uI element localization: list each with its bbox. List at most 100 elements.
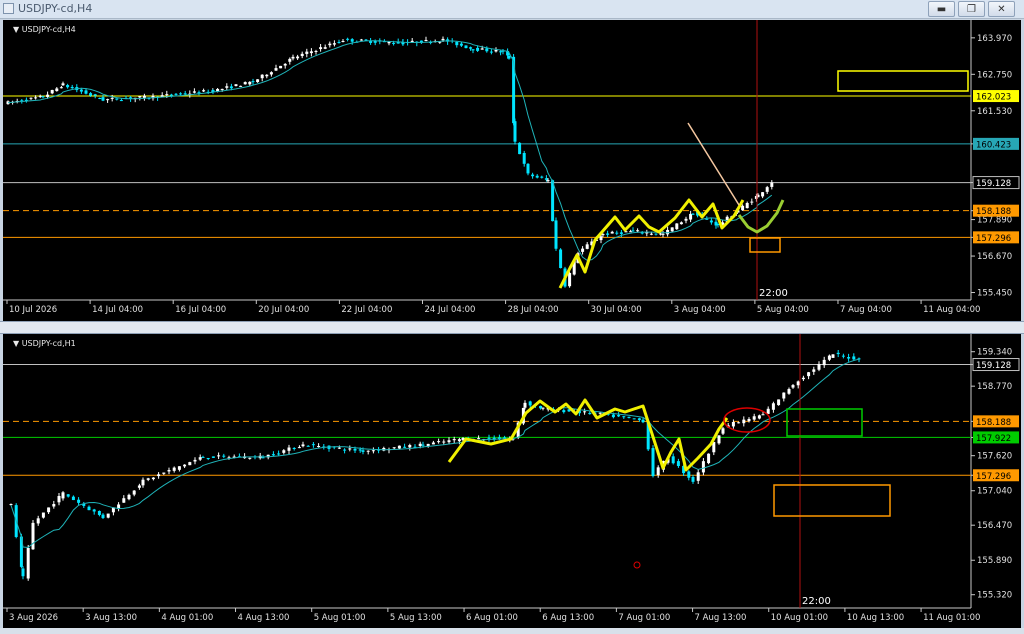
- candle-bull: [777, 399, 781, 406]
- candle-bull: [457, 439, 461, 442]
- candle-bull: [822, 359, 826, 366]
- h4-chart-svg: 163.970 162.750 161.530 160.423 159.128 158.1…: [3, 20, 1020, 315]
- candle-bull: [319, 47, 323, 50]
- candle-bull: [41, 512, 45, 518]
- level-label-text: 160.423: [976, 140, 1011, 150]
- candle-bear: [485, 48, 489, 52]
- candle-bear: [311, 444, 315, 446]
- candle-bull: [192, 91, 196, 93]
- candle-bull: [397, 445, 401, 449]
- level-label-text: 157.922: [976, 434, 1011, 444]
- vertical-marker-label: 22:00: [802, 596, 831, 607]
- candle-bull: [701, 461, 705, 473]
- candle-bear: [464, 45, 468, 49]
- candle-bear: [119, 100, 123, 102]
- candle-bull: [831, 354, 835, 358]
- candle-bull: [122, 498, 126, 503]
- candle-bear: [93, 94, 97, 96]
- candle-bull: [248, 457, 252, 459]
- candle-bull: [172, 467, 176, 471]
- candle-bear: [201, 456, 205, 458]
- candle-bear: [709, 220, 713, 223]
- green-trend-drawing: [737, 199, 785, 234]
- candle-bear: [346, 38, 350, 40]
- candle-bull: [408, 445, 412, 448]
- minimize-button[interactable]: ▬: [928, 1, 955, 17]
- candle-bull: [29, 97, 33, 99]
- price-tick-label: 159.340: [977, 348, 1012, 358]
- candle-bear: [222, 455, 226, 457]
- time-tick-label: 3 Aug 04:00: [674, 305, 726, 315]
- candle-bull: [274, 68, 278, 71]
- time-tick-label: 14 Jul 04:00: [92, 305, 143, 315]
- orange-zone-box: [749, 237, 781, 253]
- candle-bull: [827, 355, 831, 360]
- candle-bull: [599, 236, 603, 241]
- candle-bull: [106, 513, 110, 518]
- price-tick-label: 155.450: [977, 289, 1012, 299]
- h1-chart-title: USDJPY-cd,H1: [21, 339, 76, 348]
- candle-bear: [841, 355, 845, 357]
- candle-bull: [332, 43, 336, 45]
- candle-bear: [97, 510, 101, 515]
- candle-bear: [70, 86, 74, 89]
- candle-bull: [137, 485, 141, 488]
- candle-bull: [447, 440, 451, 443]
- candle-bull: [309, 51, 313, 54]
- candle-bull: [297, 447, 301, 449]
- candle-bull: [46, 94, 50, 97]
- candle-bull: [437, 441, 441, 443]
- candle-bear: [631, 230, 635, 232]
- candle-bear: [641, 419, 645, 423]
- time-tick-label: 3 Aug 2026: [9, 613, 58, 623]
- candle-bull: [31, 522, 35, 550]
- candle-bear: [554, 220, 558, 249]
- candle-bull: [217, 455, 221, 457]
- time-tick-label: 7 Aug 13:00: [695, 613, 747, 623]
- candle-bull: [26, 547, 30, 579]
- h4-chart-panel[interactable]: 163.970 162.750 161.530 160.423 159.128 158.1…: [3, 20, 1021, 321]
- candle-bull: [288, 58, 292, 62]
- candle-bull: [177, 466, 181, 470]
- candle-bull: [410, 40, 414, 42]
- moving-average-line: [10, 358, 860, 549]
- time-tick-label: 3 Aug 13:00: [85, 613, 137, 623]
- candle-bull: [649, 233, 653, 235]
- candle-bear: [691, 476, 695, 482]
- candle-bull: [366, 450, 370, 452]
- candle-bear: [392, 42, 396, 44]
- candle-bull: [431, 442, 435, 445]
- restore-button[interactable]: ❐: [958, 1, 985, 17]
- time-tick-label: 30 Jul 04:00: [591, 305, 642, 315]
- time-tick-label: 11 Aug 04:00: [923, 305, 980, 315]
- green-zone-box: [786, 408, 863, 437]
- level-label-text: 158.188: [976, 207, 1011, 217]
- candle-bull: [162, 472, 166, 474]
- candle-bull: [757, 415, 761, 419]
- candle-bull: [541, 407, 545, 409]
- candle-bear: [513, 121, 517, 142]
- candle-bull: [670, 227, 674, 232]
- candle-bull: [737, 422, 741, 424]
- candle-bull: [441, 38, 445, 41]
- h1-chart-panel[interactable]: 159.340 159.128 158.770 158.188 157.922 157.6…: [3, 334, 1021, 628]
- candle-bull: [392, 447, 396, 449]
- candle-bull: [38, 95, 42, 97]
- candle-bull: [494, 50, 498, 52]
- level-label-text: 158.188: [976, 418, 1011, 428]
- candle-bear: [847, 357, 851, 359]
- candle-bull: [34, 97, 38, 99]
- candle-bear: [544, 178, 548, 180]
- candle-bear: [676, 461, 680, 466]
- candle-bull: [387, 41, 391, 44]
- level-label-text: 159.128: [976, 179, 1011, 189]
- close-button[interactable]: ✕: [988, 1, 1015, 17]
- candle-bull: [791, 385, 795, 388]
- candle-bull: [220, 88, 224, 90]
- candle-bear: [637, 418, 641, 420]
- candle-bear: [84, 90, 88, 94]
- chart-window-icon: [3, 3, 14, 14]
- window-title: USDJPY-cd,H4: [18, 2, 93, 15]
- time-tick-label: 6 Aug 13:00: [542, 613, 594, 623]
- panel-separator[interactable]: [0, 321, 1024, 334]
